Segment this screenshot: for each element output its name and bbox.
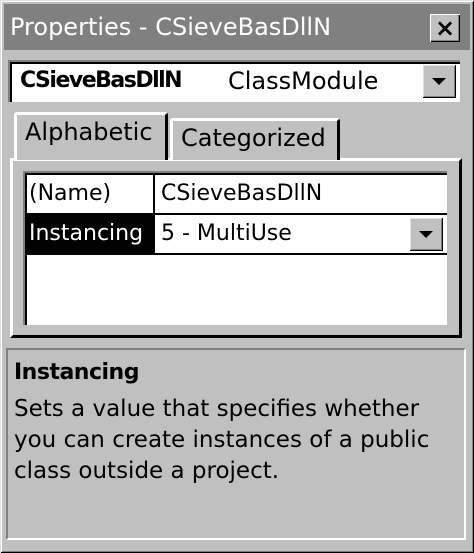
tab-alphabetic[interactable]: Alphabetic (14, 112, 168, 160)
property-value[interactable]: 5 - MultiUse (157, 215, 447, 253)
tab-alphabetic-label: Alphabetic (25, 118, 153, 146)
tab-categorized-label: Categorized (181, 124, 326, 152)
close-icon: × (434, 14, 456, 42)
close-button[interactable]: × (430, 14, 460, 42)
description-body: Sets a value that specifies whether you … (14, 396, 430, 484)
object-dropdown[interactable]: CSieveBasDllN ClassModule (8, 60, 460, 102)
object-type: ClassModule (228, 67, 379, 95)
object-name: CSieveBasDllN (20, 68, 183, 93)
properties-window: Properties - CSieveBasDllN × CSieveBasDl… (0, 0, 474, 553)
tab-categorized[interactable]: Categorized (170, 118, 340, 160)
chevron-down-icon (432, 78, 446, 85)
window-title: Properties - CSieveBasDllN (10, 13, 332, 41)
description-title: Instancing (14, 360, 139, 385)
description-pane: Instancing Sets a value that specifies w… (6, 348, 466, 540)
property-row-name[interactable]: (Name) CSieveBasDllN (27, 175, 447, 215)
property-name[interactable]: (Name) (27, 175, 155, 213)
title-bar[interactable]: Properties - CSieveBasDllN × (4, 4, 470, 50)
property-name[interactable]: Instancing (27, 215, 155, 253)
tab-panel: (Name) CSieveBasDllN Instancing 5 - Mult… (10, 158, 462, 338)
property-row-instancing[interactable]: Instancing 5 - MultiUse (27, 215, 447, 255)
chevron-down-icon (419, 231, 433, 238)
property-grid[interactable]: (Name) CSieveBasDllN Instancing 5 - Mult… (23, 171, 447, 325)
object-dropdown-button[interactable] (422, 64, 456, 98)
instancing-dropdown-button[interactable] (409, 217, 443, 251)
property-value[interactable]: CSieveBasDllN (157, 175, 447, 213)
